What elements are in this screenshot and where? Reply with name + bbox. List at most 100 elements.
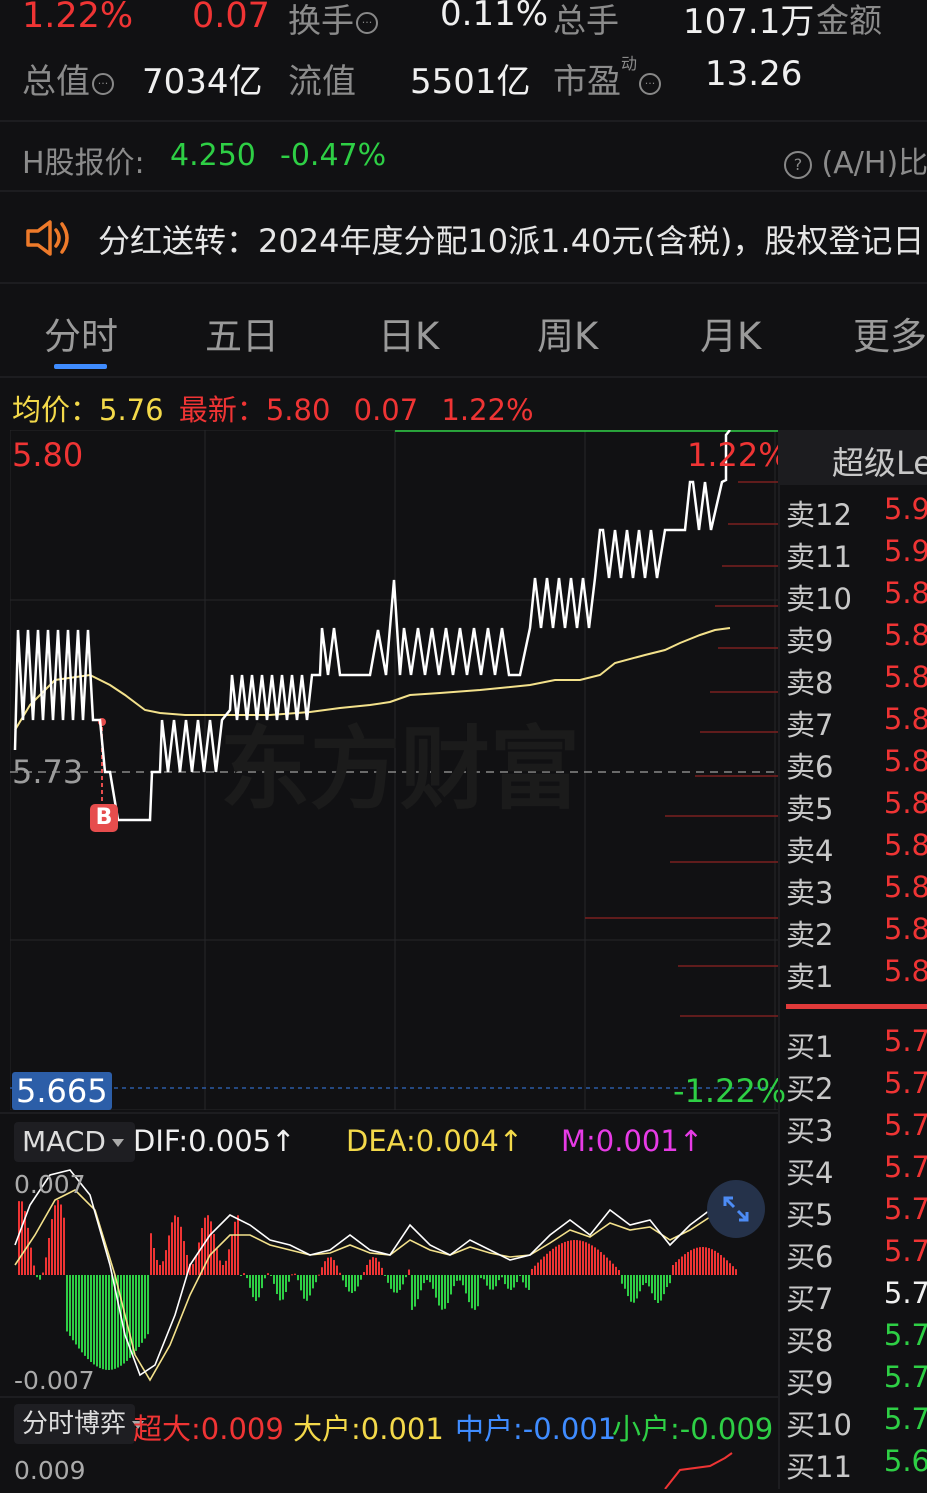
macd-m-text: M:0.001 xyxy=(561,1124,679,1158)
sell-row[interactable]: 卖8 5.8 xyxy=(780,658,927,700)
macd-bar xyxy=(513,1275,515,1288)
buy-row[interactable]: 买7 5.7 xyxy=(780,1274,927,1316)
macd-bar xyxy=(528,1275,530,1290)
macd-bar xyxy=(282,1275,284,1300)
buy-row[interactable]: 买5 5.7 xyxy=(780,1190,927,1232)
macd-bar xyxy=(630,1275,632,1302)
macd-bar xyxy=(198,1242,200,1275)
sell-row[interactable]: 卖11 5.9 xyxy=(780,532,927,574)
dividend-notice[interactable]: 分红送转：2024年度分配10派1.40元(含税)，股权登记日 xyxy=(98,216,924,262)
tab-daily-k[interactable]: 日K xyxy=(378,306,439,360)
buy-row[interactable]: 买4 5.7 xyxy=(780,1148,927,1190)
macd-bar xyxy=(582,1241,584,1275)
sell-row-label: 卖1 xyxy=(786,960,834,994)
sell-row-price: 5.8 xyxy=(883,828,927,862)
macd-bar xyxy=(498,1275,500,1281)
macd-bar xyxy=(162,1261,164,1275)
macd-bar xyxy=(678,1259,680,1275)
macd-bar xyxy=(618,1270,620,1275)
macd-bar xyxy=(621,1275,623,1284)
macd-bar xyxy=(729,1263,731,1275)
order-book[interactable]: 超级Le 卖12 5.9 卖11 5.9 卖10 5.8 卖9 5.8 卖8 5.8 卖7 5.8 卖6… xyxy=(778,430,927,1489)
macd-bar xyxy=(150,1233,152,1275)
avg-price-line xyxy=(14,627,731,731)
macd-bar xyxy=(486,1275,488,1286)
buy-row[interactable]: 买9 5.7 xyxy=(780,1358,927,1400)
more-info-icon[interactable]: ··· xyxy=(639,72,662,95)
expand-button[interactable] xyxy=(707,1180,765,1238)
buy-marker[interactable]: B xyxy=(90,804,118,832)
sell-row[interactable]: 卖10 5.8 xyxy=(780,574,927,616)
macd-bar xyxy=(501,1275,503,1278)
macd-bar xyxy=(543,1256,545,1275)
macd-bar xyxy=(423,1275,425,1284)
change-percent: 1.22% xyxy=(22,0,134,36)
macd-chart[interactable] xyxy=(10,1165,778,1395)
macd-bar xyxy=(384,1275,386,1276)
tab-more[interactable]: 更多 xyxy=(853,306,927,360)
order-book-header[interactable]: 超级Le xyxy=(780,430,927,485)
turnover-label[interactable]: 换手 ··· xyxy=(288,0,378,42)
sell-row[interactable]: 卖9 5.8 xyxy=(780,616,927,658)
flow-chart[interactable] xyxy=(10,1448,778,1490)
latest-value: 5.80 xyxy=(265,393,331,427)
tab-intraday[interactable]: 分时 xyxy=(44,306,118,360)
sell-row[interactable]: 卖2 5.8 xyxy=(780,910,927,952)
macd-bar xyxy=(36,1275,38,1278)
macd-bar xyxy=(84,1275,86,1356)
sell-row[interactable]: 卖1 5.8 xyxy=(780,952,927,994)
tab-monthly-k[interactable]: 月K xyxy=(700,306,761,360)
tab-five-day[interactable]: 五日 xyxy=(205,306,279,360)
macd-bar xyxy=(360,1275,362,1280)
macd-bar xyxy=(273,1275,275,1284)
buy-row-price: 5.7 xyxy=(883,1108,927,1142)
macd-bar xyxy=(693,1248,695,1275)
amount-label: 金额 xyxy=(816,1,882,40)
macd-bar xyxy=(519,1275,521,1276)
macd-bar xyxy=(636,1275,638,1299)
buy-row[interactable]: 买10 5.7 xyxy=(780,1400,927,1442)
macd-bar xyxy=(471,1275,473,1309)
sell-row[interactable]: 卖12 5.9 xyxy=(780,490,927,532)
macd-bar xyxy=(390,1275,392,1289)
more-info-icon[interactable]: ··· xyxy=(356,11,378,34)
more-info-icon[interactable]: ··· xyxy=(92,72,114,95)
buy-row[interactable]: 买3 5.7 xyxy=(780,1106,927,1148)
macd-bar xyxy=(606,1257,608,1275)
buy-row[interactable]: 买1 5.7 xyxy=(780,1022,927,1064)
sell-row-label: 卖6 xyxy=(786,750,834,784)
buy-row-price: 5.7 xyxy=(883,1360,927,1394)
macd-bar xyxy=(21,1201,23,1275)
macd-m: M:0.001↑ xyxy=(561,1124,703,1158)
buy-row[interactable]: 买6 5.7 xyxy=(780,1232,927,1274)
flow-selector[interactable]: 分时博弈 xyxy=(14,1404,145,1444)
macd-bar xyxy=(720,1255,722,1275)
sell-row[interactable]: 卖6 5.8 xyxy=(780,742,927,784)
macd-bar xyxy=(96,1275,98,1367)
macd-bar xyxy=(717,1252,719,1275)
buy-row[interactable]: 买8 5.7 xyxy=(780,1316,927,1358)
sell-row-label: 卖9 xyxy=(786,624,834,658)
sell-row[interactable]: 卖5 5.8 xyxy=(780,784,927,826)
buy-row[interactable]: 买11 5.6 xyxy=(780,1442,927,1484)
mid-price-label: 5.73 xyxy=(12,753,84,791)
mktcap-label[interactable]: 总值 ··· xyxy=(22,54,114,103)
tab-weekly-k[interactable]: 周K xyxy=(537,306,598,360)
macd-bar xyxy=(561,1243,563,1275)
macd-bar xyxy=(450,1275,452,1295)
intraday-chart[interactable]: 东方财富 xyxy=(9,429,778,1111)
buy-row[interactable]: 买2 5.7 xyxy=(780,1064,927,1106)
macd-bar xyxy=(279,1275,281,1301)
macd-bar xyxy=(648,1275,650,1287)
sell-row[interactable]: 卖4 5.8 xyxy=(780,826,927,868)
macd-selector[interactable]: MACD xyxy=(14,1122,135,1162)
macd-bar xyxy=(369,1259,371,1275)
macd-bar xyxy=(375,1257,377,1275)
macd-bar xyxy=(144,1275,146,1339)
ah-ratio[interactable]: ? (A/H)比 xyxy=(782,138,927,182)
macd-bar xyxy=(579,1240,581,1275)
sell-row[interactable]: 卖3 5.8 xyxy=(780,868,927,910)
sell-row[interactable]: 卖7 5.8 xyxy=(780,700,927,742)
sell-row-label: 卖10 xyxy=(786,582,852,616)
pe-label[interactable]: 市盈动··· xyxy=(553,54,662,103)
